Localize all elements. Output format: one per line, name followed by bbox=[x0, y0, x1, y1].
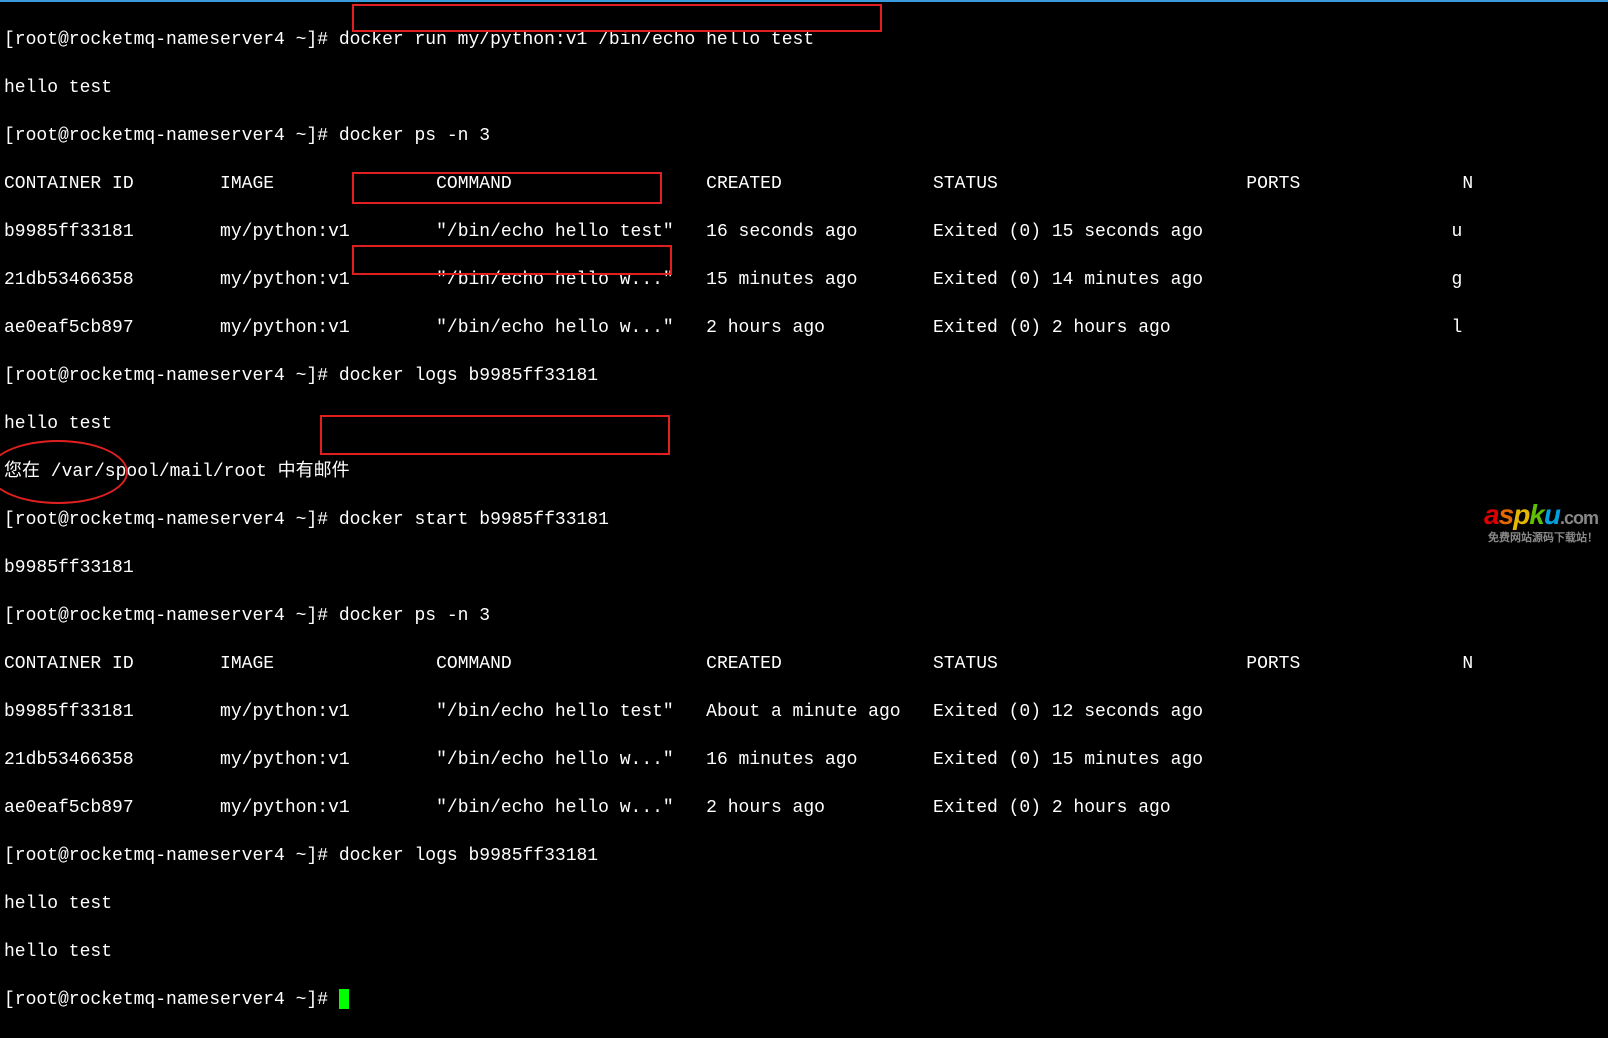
table-row: b9985ff33181 my/python:v1 "/bin/echo hel… bbox=[4, 220, 1604, 244]
cell-cmd: "/bin/echo hello w..." bbox=[436, 798, 674, 818]
cell-names: g bbox=[1452, 270, 1463, 290]
cell-image: my/python:v1 bbox=[220, 270, 350, 290]
cell-cmd: "/bin/echo hello w..." bbox=[436, 318, 674, 338]
cell-image: my/python:v1 bbox=[220, 798, 350, 818]
prompt: [root@rocketmq-nameserver4 ~]# bbox=[4, 30, 339, 50]
cell-created: 2 hours ago bbox=[706, 798, 825, 818]
cell-id: ae0eaf5cb897 bbox=[4, 798, 134, 818]
command-run: docker run my/python:v1 /bin/echo hello … bbox=[339, 30, 814, 50]
col-names: N bbox=[1462, 174, 1473, 194]
table-row: ae0eaf5cb897 my/python:v1 "/bin/echo hel… bbox=[4, 796, 1604, 820]
col-image: IMAGE bbox=[220, 654, 274, 674]
cell-image: my/python:v1 bbox=[220, 318, 350, 338]
prompt: [root@rocketmq-nameserver4 ~]# bbox=[4, 126, 339, 146]
output-hello-4: hello test bbox=[4, 940, 1604, 964]
cell-status: Exited (0) 15 seconds ago bbox=[933, 222, 1203, 242]
cell-id: b9985ff33181 bbox=[4, 222, 134, 242]
col-status: STATUS bbox=[933, 174, 998, 194]
cmd-line-empty: [root@rocketmq-nameserver4 ~]# bbox=[4, 988, 1604, 1012]
output-hello-3: hello test bbox=[4, 892, 1604, 916]
cell-cmd: "/bin/echo hello w..." bbox=[436, 270, 674, 290]
wm-dotcom: .com bbox=[1560, 508, 1598, 528]
cell-status: Exited (0) 2 hours ago bbox=[933, 318, 1171, 338]
cell-id: 21db53466358 bbox=[4, 270, 134, 290]
command-ps1: docker ps -n 3 bbox=[339, 126, 490, 146]
col-created: CREATED bbox=[706, 174, 782, 194]
col-id: CONTAINER ID bbox=[4, 654, 134, 674]
output-hello-1: hello test bbox=[4, 76, 1604, 100]
prompt: [root@rocketmq-nameserver4 ~]# bbox=[4, 846, 339, 866]
cell-status: Exited (0) 15 minutes ago bbox=[933, 750, 1203, 770]
command-logs1: docker logs b9985ff33181 bbox=[339, 366, 598, 386]
col-image: IMAGE bbox=[220, 174, 274, 194]
command-logs2: docker logs b9985ff33181 bbox=[339, 846, 598, 866]
col-ports: PORTS bbox=[1246, 654, 1300, 674]
cell-cmd: "/bin/echo hello test" bbox=[436, 222, 674, 242]
cell-created: 16 seconds ago bbox=[706, 222, 857, 242]
mail-notice: 您在 /var/spool/mail/root 中有邮件 bbox=[4, 460, 1604, 484]
cell-status: Exited (0) 2 hours ago bbox=[933, 798, 1171, 818]
output-hello-2: hello test bbox=[4, 412, 1604, 436]
cell-image: my/python:v1 bbox=[220, 222, 350, 242]
cell-created: 2 hours ago bbox=[706, 318, 825, 338]
cursor[interactable] bbox=[339, 989, 349, 1009]
col-created: CREATED bbox=[706, 654, 782, 674]
ps-header-2: CONTAINER ID IMAGE COMMAND CREATED STATU… bbox=[4, 652, 1604, 676]
watermark: aspku.com 免费网站源码下载站！ bbox=[1484, 503, 1598, 550]
command-start: docker start b9985ff33181 bbox=[339, 510, 609, 530]
cmd-line-start: [root@rocketmq-nameserver4 ~]# docker st… bbox=[4, 508, 1604, 532]
cmd-line-run: [root@rocketmq-nameserver4 ~]# docker ru… bbox=[4, 28, 1604, 52]
cell-created: About a minute ago bbox=[706, 702, 900, 722]
table-row: 21db53466358 my/python:v1 "/bin/echo hel… bbox=[4, 748, 1604, 772]
wm-sub: 免费网站源码下载站！ bbox=[1484, 526, 1598, 550]
prompt: [root@rocketmq-nameserver4 ~]# bbox=[4, 366, 339, 386]
cmd-line-ps2: [root@rocketmq-nameserver4 ~]# docker ps… bbox=[4, 604, 1604, 628]
cell-id: ae0eaf5cb897 bbox=[4, 318, 134, 338]
cmd-line-logs1: [root@rocketmq-nameserver4 ~]# docker lo… bbox=[4, 364, 1604, 388]
ps-header-1: CONTAINER ID IMAGE COMMAND CREATED STATU… bbox=[4, 172, 1604, 196]
prompt: [root@rocketmq-nameserver4 ~]# bbox=[4, 606, 339, 626]
output-start: b9985ff33181 bbox=[4, 556, 1604, 580]
terminal-output[interactable]: [root@rocketmq-nameserver4 ~]# docker ru… bbox=[0, 2, 1608, 1038]
col-status: STATUS bbox=[933, 654, 998, 674]
col-ports: PORTS bbox=[1246, 174, 1300, 194]
cell-image: my/python:v1 bbox=[220, 702, 350, 722]
cell-id: 21db53466358 bbox=[4, 750, 134, 770]
col-command: COMMAND bbox=[436, 654, 512, 674]
cell-names: u bbox=[1452, 222, 1463, 242]
prompt: [root@rocketmq-nameserver4 ~]# bbox=[4, 510, 339, 530]
command-ps2: docker ps -n 3 bbox=[339, 606, 490, 626]
cell-created: 16 minutes ago bbox=[706, 750, 857, 770]
cell-image: my/python:v1 bbox=[220, 750, 350, 770]
col-command: COMMAND bbox=[436, 174, 512, 194]
table-row: ae0eaf5cb897 my/python:v1 "/bin/echo hel… bbox=[4, 316, 1604, 340]
col-names: N bbox=[1462, 654, 1473, 674]
table-row: 21db53466358 my/python:v1 "/bin/echo hel… bbox=[4, 268, 1604, 292]
cmd-line-ps1: [root@rocketmq-nameserver4 ~]# docker ps… bbox=[4, 124, 1604, 148]
prompt: [root@rocketmq-nameserver4 ~]# bbox=[4, 990, 339, 1010]
cell-names: l bbox=[1452, 318, 1463, 338]
col-id: CONTAINER ID bbox=[4, 174, 134, 194]
table-row: b9985ff33181 my/python:v1 "/bin/echo hel… bbox=[4, 700, 1604, 724]
cell-status: Exited (0) 14 minutes ago bbox=[933, 270, 1203, 290]
cell-id: b9985ff33181 bbox=[4, 702, 134, 722]
cell-cmd: "/bin/echo hello w..." bbox=[436, 750, 674, 770]
cell-created: 15 minutes ago bbox=[706, 270, 857, 290]
cell-cmd: "/bin/echo hello test" bbox=[436, 702, 674, 722]
cmd-line-logs2: [root@rocketmq-nameserver4 ~]# docker lo… bbox=[4, 844, 1604, 868]
cell-status: Exited (0) 12 seconds ago bbox=[933, 702, 1203, 722]
